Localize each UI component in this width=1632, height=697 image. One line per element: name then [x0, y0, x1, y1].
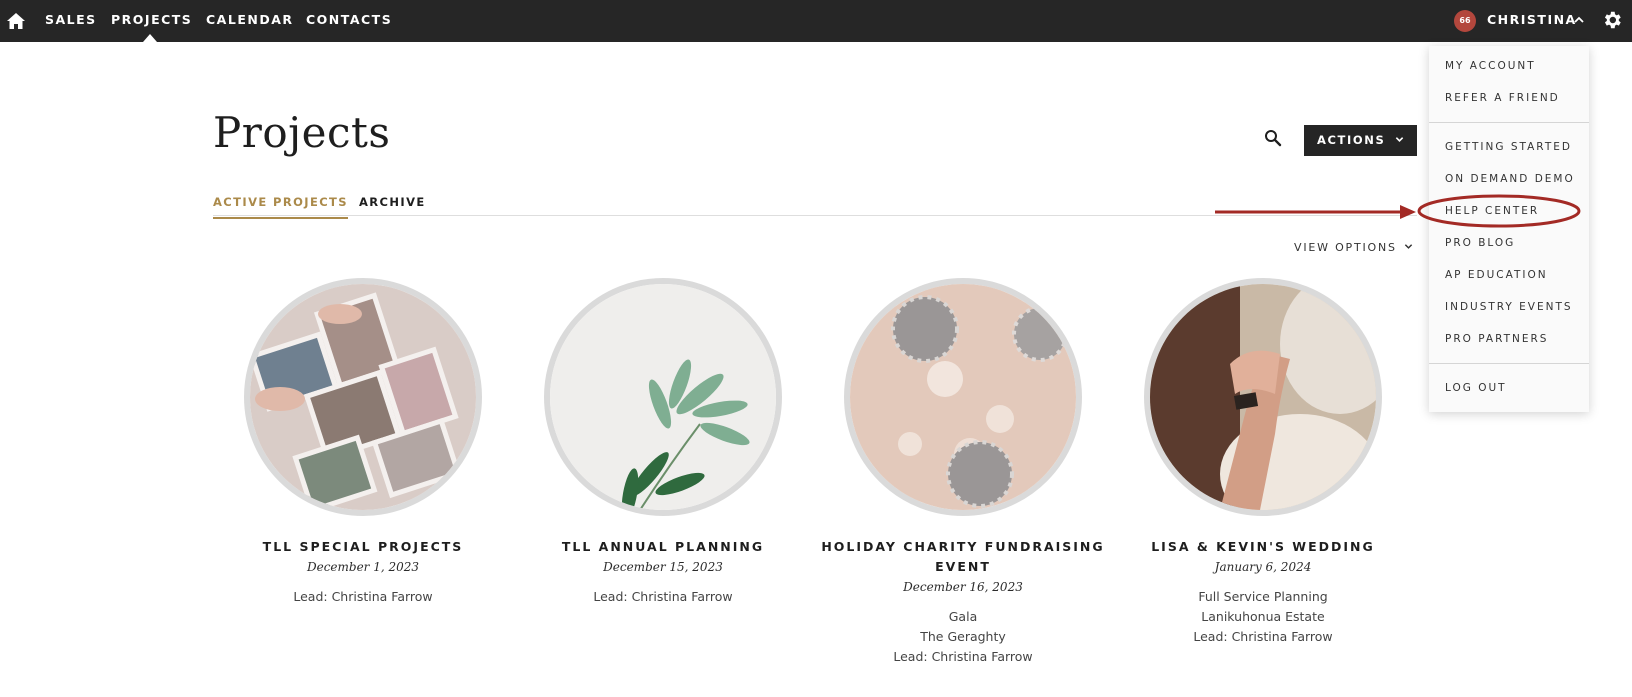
- project-title[interactable]: HOLIDAY CHARITY FUNDRAISING: [813, 537, 1113, 557]
- search-icon[interactable]: [1264, 129, 1282, 147]
- user-dropdown-menu: MY ACCOUNT REFER A FRIEND GETTING STARTE…: [1429, 46, 1589, 412]
- nav-sales[interactable]: SALES: [45, 0, 97, 42]
- project-detail: Lanikuhonua Estate: [1201, 609, 1325, 624]
- actions-label: ACTIONS: [1317, 133, 1386, 147]
- project-title[interactable]: TLL ANNUAL PLANNING: [513, 537, 813, 557]
- plant-image: [550, 284, 776, 510]
- top-nav-bar: SALES PROJECTS CALENDAR CONTACTS 66 CHRI…: [0, 0, 1632, 42]
- project-date: December 1, 2023: [306, 560, 420, 574]
- tab-archive[interactable]: ARCHIVE: [359, 195, 426, 209]
- chevron-up-icon[interactable]: [1573, 14, 1585, 26]
- annotation-arrowhead: [1400, 205, 1416, 219]
- disco-ball-image: [850, 284, 1076, 510]
- project-detail: Gala: [948, 609, 978, 624]
- menu-item-getting-started[interactable]: GETTING STARTED: [1445, 141, 1572, 153]
- avatar[interactable]: 66: [1454, 10, 1476, 32]
- project-thumbnail[interactable]: [244, 278, 482, 516]
- project-detail: Full Service Planning: [1198, 589, 1328, 604]
- project-title[interactable]: TLL SPECIAL PROJECTS: [213, 537, 513, 557]
- page-title: Projects: [213, 108, 391, 157]
- project-title-line-2[interactable]: EVENT: [813, 557, 1113, 577]
- project-title[interactable]: LISA & KEVIN'S WEDDING: [1113, 537, 1413, 557]
- project-date: January 6, 2024: [1214, 560, 1312, 574]
- project-lead: Lead: Christina Farrow: [593, 589, 733, 604]
- menu-item-on-demand-demo[interactable]: ON DEMAND DEMO: [1445, 173, 1575, 185]
- menu-divider: [1429, 122, 1589, 123]
- view-options-label: VIEW OPTIONS: [1294, 241, 1397, 254]
- project-thumbnail[interactable]: [1144, 278, 1382, 516]
- menu-item-industry-events[interactable]: INDUSTRY EVENTS: [1445, 301, 1573, 313]
- project-date: December 16, 2023: [903, 580, 1023, 594]
- chevron-down-icon: [1395, 137, 1404, 142]
- menu-item-pro-partners[interactable]: PRO PARTNERS: [1445, 333, 1548, 345]
- menu-item-my-account[interactable]: MY ACCOUNT: [1445, 60, 1536, 72]
- project-thumbnail[interactable]: [844, 278, 1082, 516]
- menu-divider: [1429, 363, 1589, 364]
- menu-item-ap-education[interactable]: AP EDUCATION: [1445, 269, 1548, 281]
- home-icon[interactable]: [6, 11, 26, 31]
- chevron-down-icon: [1404, 244, 1413, 249]
- project-lead: Lead: Christina Farrow: [293, 589, 433, 604]
- user-menu-toggle[interactable]: CHRISTINA: [1487, 0, 1577, 42]
- photo-collage-image: [250, 284, 476, 510]
- project-thumbnail[interactable]: [544, 278, 782, 516]
- menu-item-refer-a-friend[interactable]: REFER A FRIEND: [1445, 92, 1560, 104]
- project-date: December 15, 2023: [603, 560, 723, 574]
- actions-button[interactable]: ACTIONS: [1304, 125, 1417, 156]
- project-lead: Lead: Christina Farrow: [1193, 629, 1333, 644]
- project-lead: Lead: Christina Farrow: [893, 649, 1033, 664]
- menu-item-log-out[interactable]: LOG OUT: [1445, 382, 1507, 394]
- menu-item-pro-blog[interactable]: PRO BLOG: [1445, 237, 1515, 249]
- view-options-toggle[interactable]: VIEW OPTIONS: [1294, 241, 1413, 254]
- nav-contacts[interactable]: CONTACTS: [306, 0, 392, 42]
- menu-item-help-center[interactable]: HELP CENTER: [1445, 205, 1539, 217]
- project-detail: The Geraghty: [920, 629, 1006, 644]
- nav-calendar[interactable]: CALENDAR: [206, 0, 294, 42]
- tab-divider: [213, 215, 1417, 216]
- wedding-couple-image: [1150, 284, 1376, 510]
- active-nav-indicator: [143, 34, 157, 42]
- gear-icon[interactable]: [1601, 9, 1623, 31]
